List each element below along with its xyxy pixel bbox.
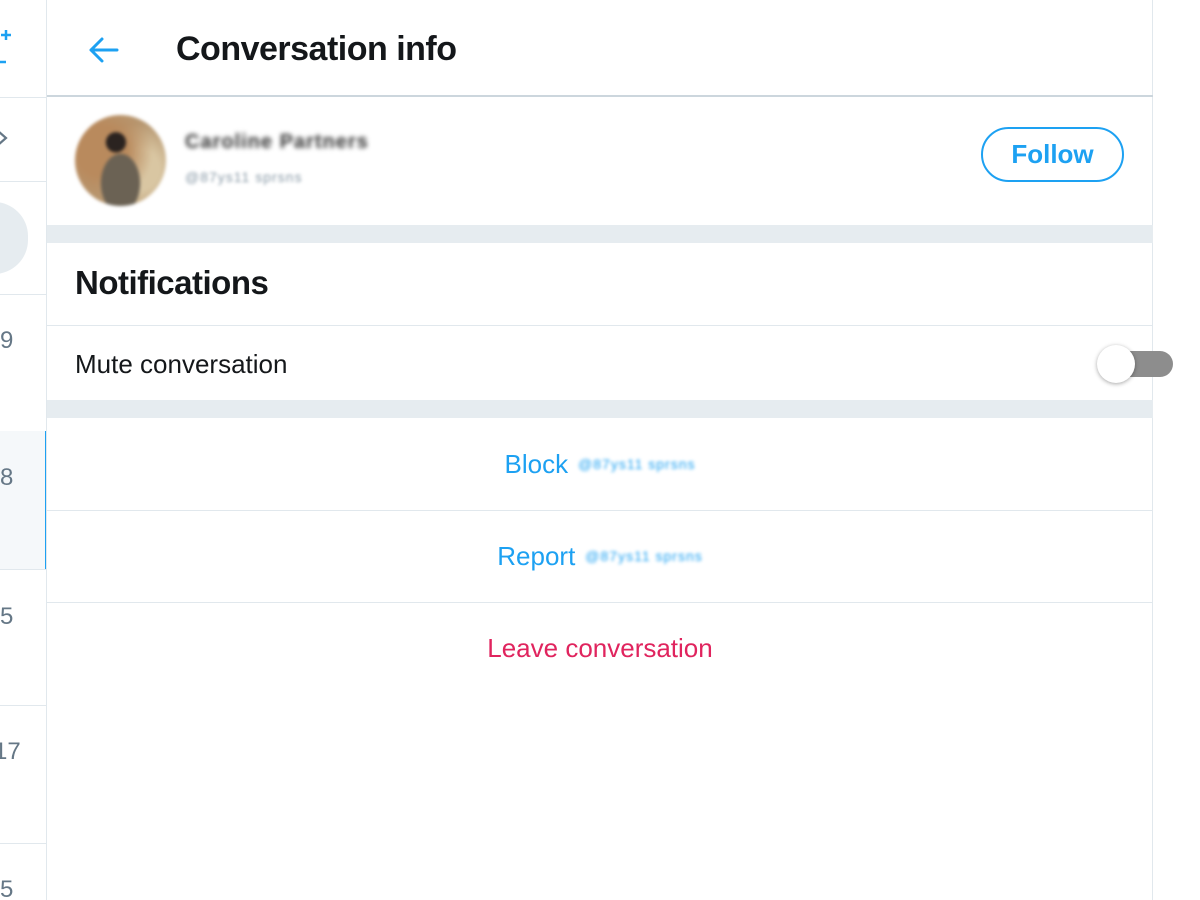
list-item-date: 5 [0,603,14,630]
mute-conversation-toggle[interactable] [1097,345,1173,383]
arrow-left-icon [89,37,119,63]
app-root: 9 8 5 17 5 Conversation info [0,0,1200,900]
section-divider [47,225,1153,243]
new-message-icon[interactable] [0,26,12,66]
mute-conversation-label: Mute conversation [75,349,288,379]
section-divider [47,400,1153,418]
report-user-button[interactable]: Report @87ys11 sprsns [47,510,1153,602]
leave-conversation-button[interactable]: Leave conversation [47,602,1153,694]
chevron-right-icon[interactable] [0,128,10,148]
block-label: Block [504,448,569,479]
strip-divider [0,181,46,182]
list-item[interactable]: 17 [0,706,46,843]
list-item-date: 17 [0,738,21,765]
list-item-date: 5 [0,876,14,900]
list-item[interactable]: 5 [0,844,46,900]
toggle-knob [1097,345,1135,383]
block-user-button[interactable]: Block @87ys11 sprsns [47,418,1153,510]
leave-conversation-label: Leave conversation [487,632,713,663]
notifications-heading: Notifications [75,264,269,301]
list-item-date: 9 [0,327,14,354]
list-item-date: 8 [0,464,14,491]
conversation-list-strip: 9 8 5 17 5 [0,0,47,900]
report-handle: @87ys11 sprsns [585,548,703,564]
user-row[interactable]: Caroline Partners @87ys11 sprsns Follow [47,97,1153,225]
page-title: Conversation info [176,30,457,68]
list-item[interactable]: 9 [0,295,46,431]
user-display-name[interactable]: Caroline Partners [185,131,369,154]
conversation-info-panel: Conversation info Caroline Partners @87y… [47,0,1173,900]
list-item[interactable]: 5 [0,570,46,705]
panel-header: Conversation info [47,0,1153,97]
strip-divider [0,97,46,98]
back-button[interactable] [83,30,123,70]
block-handle: @87ys11 sprsns [578,456,696,472]
report-label: Report [497,540,576,571]
avatar[interactable] [75,115,166,206]
search-field-clipped[interactable] [0,202,28,274]
user-handle: @87ys11 sprsns [185,169,303,185]
row-divider [47,325,1153,326]
list-item-selected[interactable]: 8 [0,431,46,569]
follow-button[interactable]: Follow [981,127,1124,182]
